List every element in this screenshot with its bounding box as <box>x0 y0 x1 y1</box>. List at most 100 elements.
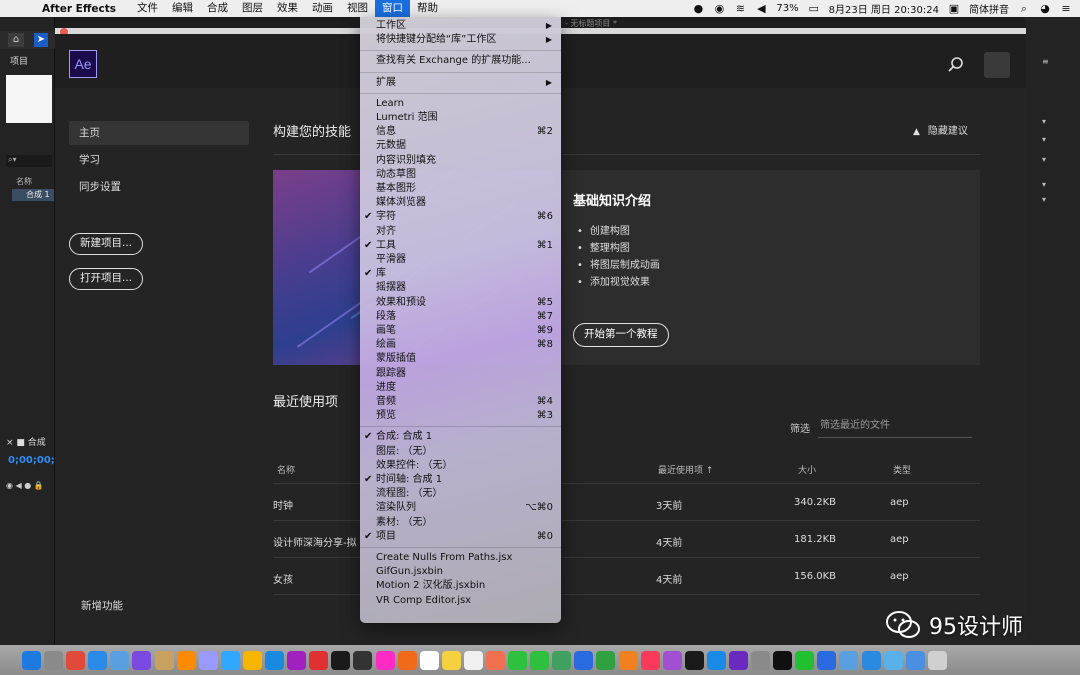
tv-icon[interactable] <box>684 650 704 670</box>
menu-item[interactable]: 查找有关 Exchange 的扩展功能... <box>360 54 561 68</box>
menu-item[interactable]: Lumetri 范围 <box>360 111 561 125</box>
trash-icon[interactable] <box>927 650 947 670</box>
menu-item[interactable]: VR Comp Editor.jsx <box>360 594 561 608</box>
menu-item[interactable]: GifGun.jsxbin <box>360 565 561 579</box>
user-avatar-icon[interactable]: ◕ <box>1039 2 1051 15</box>
panel-menu-icon[interactable]: ≡ <box>1042 57 1049 67</box>
menu-item[interactable]: 预览 ⌘3 <box>360 409 561 423</box>
search-icon[interactable] <box>947 56 965 74</box>
after-effects-icon[interactable] <box>198 650 218 670</box>
menu-item[interactable]: 元数据 <box>360 139 561 153</box>
filter-input[interactable] <box>818 414 972 438</box>
podcasts-icon[interactable] <box>662 650 682 670</box>
menu-file[interactable]: 文件 <box>130 0 165 17</box>
wechat-icon[interactable] <box>795 650 815 670</box>
menu-item[interactable]: Create Nulls From Paths.jsx <box>360 551 561 565</box>
menu-item[interactable]: 段落 ⌘7 <box>360 310 561 324</box>
menu-item[interactable]: 跟踪器 <box>360 367 561 381</box>
launchpad-icon[interactable] <box>44 650 64 670</box>
menu-item[interactable]: 流程图: （无） <box>360 487 561 501</box>
home-icon[interactable]: ⌂ <box>8 33 24 47</box>
appstore-icon[interactable] <box>706 650 726 670</box>
baidu-icon[interactable] <box>817 650 837 670</box>
collapse-icon[interactable]: ▾ <box>1042 155 1048 165</box>
menu-effect[interactable]: 效果 <box>270 0 305 17</box>
menu-item[interactable]: 对齐 <box>360 225 561 239</box>
menu-item[interactable]: 效果控件: （无） <box>360 459 561 473</box>
pdf-icon[interactable] <box>309 650 329 670</box>
keynote-icon[interactable] <box>574 650 594 670</box>
column-header-name[interactable]: 名称 <box>277 463 295 476</box>
webstorm-icon[interactable] <box>331 650 351 670</box>
photoshop-icon[interactable] <box>220 650 240 670</box>
xmind-icon[interactable] <box>265 650 285 670</box>
clock[interactable]: 8月23日 周日 20:30:24 <box>829 1 939 16</box>
illustrator-icon[interactable] <box>176 650 196 670</box>
menu-help[interactable]: 帮助 <box>410 0 445 17</box>
battery-icon[interactable]: ▭ <box>808 2 820 15</box>
system-prefs-icon[interactable] <box>751 650 771 670</box>
whats-new-link[interactable]: 新增功能 <box>81 598 123 613</box>
column-header-recent[interactable]: 最近使用项 ↑ <box>658 463 713 476</box>
menu-item[interactable]: 平滑器 <box>360 253 561 267</box>
spotlight-icon[interactable]: ⌕ <box>1018 2 1030 15</box>
notes-icon[interactable] <box>154 650 174 670</box>
menu-item[interactable]: 进度 <box>360 381 561 395</box>
menu-item[interactable]: 素材: （无） <box>360 516 561 530</box>
messages-icon[interactable] <box>508 650 528 670</box>
menu-item[interactable]: 蒙版插值 <box>360 352 561 366</box>
wifi-icon[interactable]: ≋ <box>734 2 746 15</box>
recent-file-name[interactable]: 时钟 <box>273 497 293 512</box>
volume-icon[interactable]: ◀ <box>755 2 767 15</box>
input-method-label[interactable]: 简体拼音 <box>969 1 1009 16</box>
menu-window[interactable]: 窗口 <box>374 0 410 17</box>
apple-icon[interactable] <box>16 2 30 16</box>
menu-edit[interactable]: 编辑 <box>165 0 200 17</box>
xd-icon[interactable] <box>375 650 395 670</box>
preview-icon[interactable] <box>110 650 130 670</box>
collapse-icon[interactable]: ▾ <box>1042 117 1048 127</box>
menu-item[interactable]: 画笔 ⌘9 <box>360 324 561 338</box>
menu-animation[interactable]: 动画 <box>305 0 340 17</box>
numbers-icon[interactable] <box>596 650 616 670</box>
collapse-icon[interactable]: ▾ <box>1042 195 1048 205</box>
layer-switches[interactable]: ◉ ◀ ● 🔒 <box>6 481 44 490</box>
menu-item[interactable]: 图层: （无） <box>360 445 561 459</box>
project-search-input[interactable]: ⌕▾ <box>6 155 52 167</box>
menu-item[interactable]: 音频 ⌘4 <box>360 395 561 409</box>
menu-item[interactable]: ✔ 合成: 合成 1 <box>360 430 561 444</box>
wechat-status-icon[interactable]: ◉ <box>713 2 725 15</box>
menu-item[interactable]: 效果和预设 ⌘5 <box>360 296 561 310</box>
imovie-icon[interactable] <box>729 650 748 670</box>
folder-icon[interactable] <box>883 650 903 670</box>
finder-icon[interactable] <box>22 650 41 670</box>
menu-item[interactable]: 扩展 ▶ <box>360 76 561 90</box>
input-method-icon[interactable]: ▣ <box>948 2 960 15</box>
app-menu-after-effects[interactable]: After Effects <box>42 3 116 15</box>
avatar[interactable] <box>984 52 1010 78</box>
menu-item[interactable]: 动态草图 <box>360 168 561 182</box>
open-project-button[interactable]: 打开项目... <box>69 268 144 290</box>
sidebar-item-home[interactable]: 主页 <box>69 121 249 145</box>
menu-item[interactable]: ✔ 项目 ⌘0 <box>360 530 561 544</box>
pockity-icon[interactable] <box>287 650 307 670</box>
menu-item[interactable]: ✔ 时间轴: 合成 1 <box>360 473 561 487</box>
selection-tool-icon[interactable]: ➤ <box>34 33 48 47</box>
qq-icon[interactable] <box>773 650 793 670</box>
sublime-icon[interactable] <box>397 650 417 670</box>
quicktime-icon[interactable] <box>861 650 881 670</box>
menu-item[interactable]: 基本图形 <box>360 182 561 196</box>
menu-item[interactable]: ✔ 工具 ⌘1 <box>360 239 561 253</box>
start-tutorial-button[interactable]: 开始第一个教程 <box>573 323 669 347</box>
column-header-size[interactable]: 大小 <box>798 463 816 476</box>
sidebar-item-learn[interactable]: 学习 <box>69 148 249 172</box>
collapse-icon[interactable]: ▾ <box>1042 180 1048 190</box>
calendar-icon[interactable] <box>419 650 439 670</box>
menu-item[interactable]: ✔ 字符 ⌘6 <box>360 210 561 224</box>
project-column-name[interactable]: 名称 <box>16 176 32 187</box>
menu-view[interactable]: 视图 <box>340 0 375 17</box>
menu-item[interactable]: 信息 ⌘2 <box>360 125 561 139</box>
menu-item[interactable]: 摇摆器 <box>360 281 561 295</box>
timecode[interactable]: 0;00;00;0 <box>8 455 62 466</box>
menu-layer[interactable]: 图层 <box>235 0 270 17</box>
